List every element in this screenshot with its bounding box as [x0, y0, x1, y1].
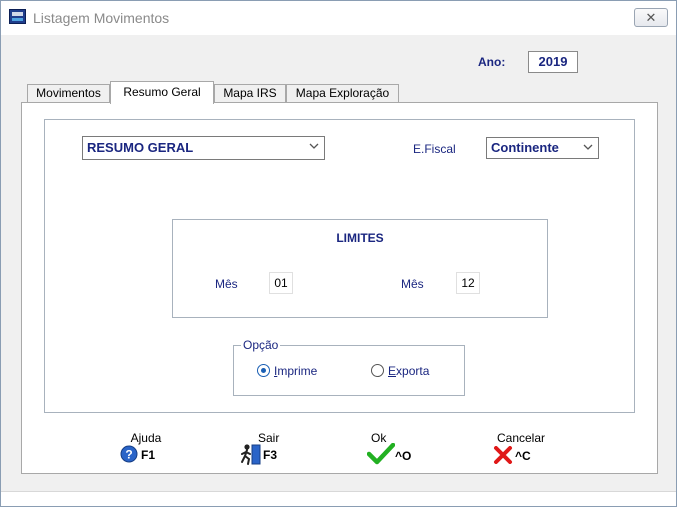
app-icon — [9, 9, 26, 24]
resumo-frame: RESUMO GERAL E.Fiscal Continente LIMITES… — [44, 119, 635, 413]
resumo-geral-panel: RESUMO GERAL E.Fiscal Continente LIMITES… — [21, 102, 658, 474]
tab-movimentos[interactable]: Movimentos — [27, 84, 110, 103]
ajuda-button[interactable]: Ajuda ? F1 — [116, 431, 176, 471]
cancelar-caption: Cancelar — [496, 431, 546, 445]
svg-text:?: ? — [125, 448, 132, 462]
window-title: Listagem Movimentos — [33, 10, 170, 26]
ajuda-key: F1 — [141, 448, 156, 462]
ajuda-caption: Ajuda — [130, 431, 162, 445]
bottom-edge — [1, 491, 676, 506]
opcao-group: Opção Imprime Exporta — [233, 338, 465, 396]
tab-mapa-irs[interactable]: Mapa IRS — [214, 84, 286, 103]
exit-door-icon — [241, 444, 261, 465]
ok-key: ^O — [395, 449, 412, 463]
radio-exporta[interactable]: Exporta — [371, 363, 451, 379]
close-button[interactable]: ✕ — [634, 8, 668, 27]
checkmark-icon — [367, 443, 395, 465]
opcao-legend: Opção — [241, 338, 281, 352]
limites-group: LIMITES Mês 01 Mês 12 — [172, 219, 548, 318]
radio-unselected-indicator — [371, 364, 384, 377]
radio-exporta-label: Exporta — [388, 364, 430, 378]
radio-selected-indicator — [257, 364, 270, 377]
radio-imprime-label: Imprime — [274, 364, 318, 378]
sair-key: F3 — [263, 448, 278, 462]
dialog-window: Listagem Movimentos ✕ Ano: 2019 Moviment… — [0, 0, 677, 507]
ok-button[interactable]: Ok ^O — [365, 431, 425, 471]
efiscal-label: E.Fiscal — [413, 142, 456, 156]
efiscal-value: Continente — [491, 140, 559, 155]
cancelar-button[interactable]: Cancelar ^C — [489, 431, 553, 471]
red-x-icon — [494, 446, 512, 464]
mes-from-field[interactable]: 01 — [269, 272, 293, 294]
tab-mapa-exploracao[interactable]: Mapa Exploração — [286, 84, 399, 103]
chevron-down-icon — [309, 143, 319, 149]
mes-from-label: Mês — [215, 277, 238, 291]
tab-resumo-geral[interactable]: Resumo Geral — [110, 81, 214, 104]
mes-to-field[interactable]: 12 — [456, 272, 480, 294]
title-bar: Listagem Movimentos ✕ — [1, 1, 676, 35]
report-type-value: RESUMO GERAL — [87, 140, 194, 155]
ano-field[interactable]: 2019 — [528, 51, 578, 73]
dialog-client-area: Ano: 2019 Movimentos Resumo Geral Mapa I… — [1, 35, 676, 506]
limites-title: LIMITES — [336, 231, 384, 245]
efiscal-select[interactable]: Continente — [486, 137, 599, 159]
sair-button[interactable]: Sair F3 — [238, 431, 298, 471]
cancelar-key: ^C — [515, 449, 531, 463]
mes-to-label: Mês — [401, 277, 424, 291]
ano-label: Ano: — [478, 55, 506, 69]
chevron-down-icon — [583, 144, 593, 150]
radio-imprime[interactable]: Imprime — [257, 363, 337, 379]
help-icon: ? — [120, 445, 138, 463]
report-type-select[interactable]: RESUMO GERAL — [82, 136, 325, 160]
